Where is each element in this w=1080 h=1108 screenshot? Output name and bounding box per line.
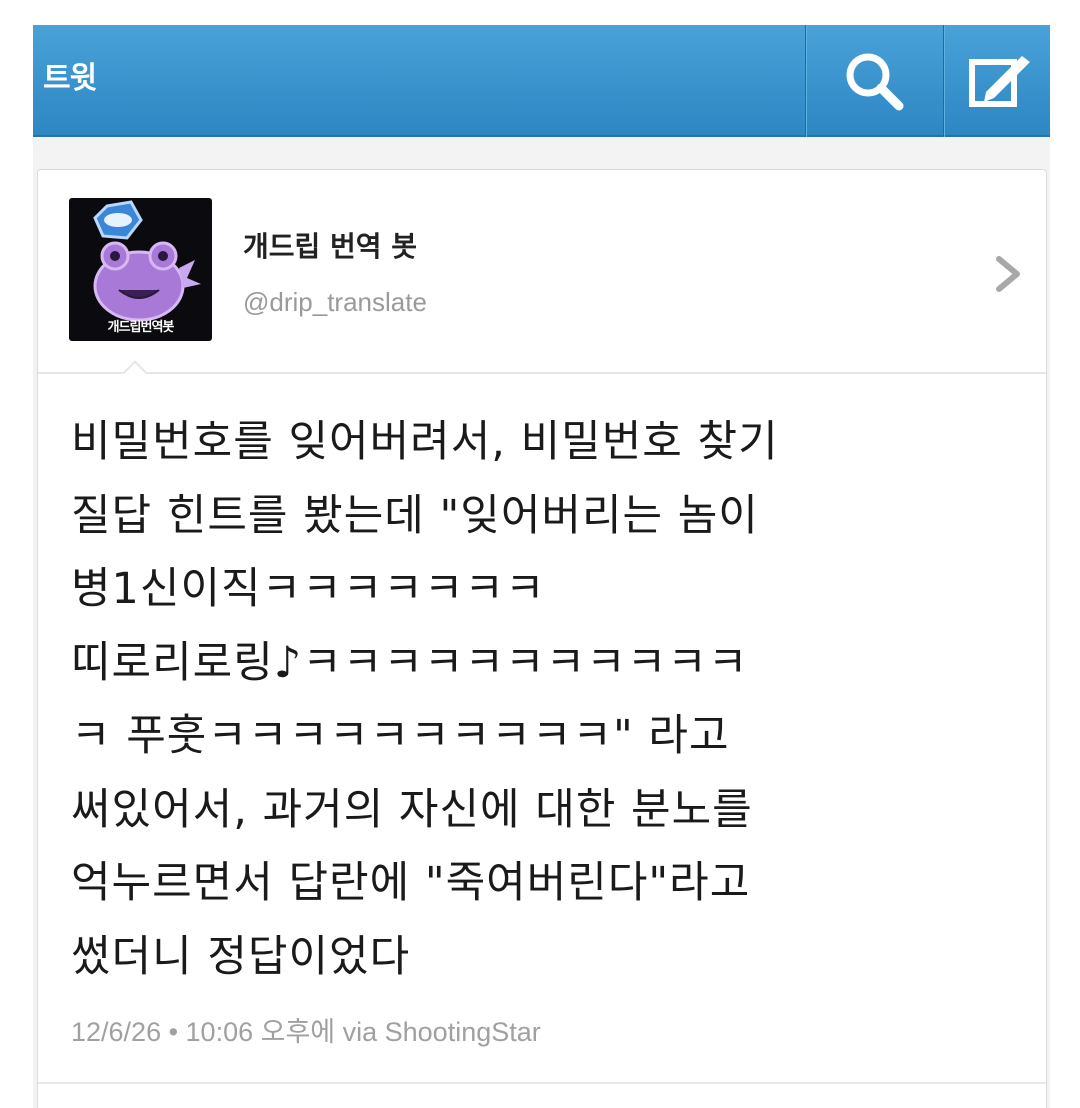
user-handle: @drip_translate (243, 287, 427, 317)
compose-icon (968, 56, 1030, 107)
search-button[interactable] (805, 25, 942, 137)
top-bar: 트윗 (33, 25, 1050, 137)
tweet-meta: 12/6/26 • 10:06 오후에 via ShootingStar (71, 1017, 541, 1047)
display-name: 개드립 번역 봇 (243, 230, 418, 263)
app-title: 트윗 (43, 61, 97, 96)
card-bottom-divider (38, 1082, 1046, 1084)
tweet-card: 개드립번역봇 개드립 번역 봇 @drip_translate 비밀번호를 잊어… (37, 169, 1047, 1108)
search-icon (846, 53, 904, 111)
chevron-right-icon[interactable] (993, 255, 1023, 293)
avatar-label: 개드립번역봇 (107, 320, 175, 335)
tweet-author-row[interactable]: 개드립번역봇 개드립 번역 봇 @drip_translate (38, 170, 1046, 372)
tweet-text: 비밀번호를 잊어버려서, 비밀번호 찾기 질답 힌트를 봤는데 "잊어버리는 놈… (71, 417, 779, 982)
compose-button[interactable] (943, 25, 1050, 137)
app-frame: 트윗 개드립번역봇 개드립 번역 봇 @drip_translate 비밀번호를… (33, 25, 1050, 1108)
avatar[interactable]: 개드립번역봇 (69, 198, 212, 341)
header-divider (38, 372, 1046, 374)
